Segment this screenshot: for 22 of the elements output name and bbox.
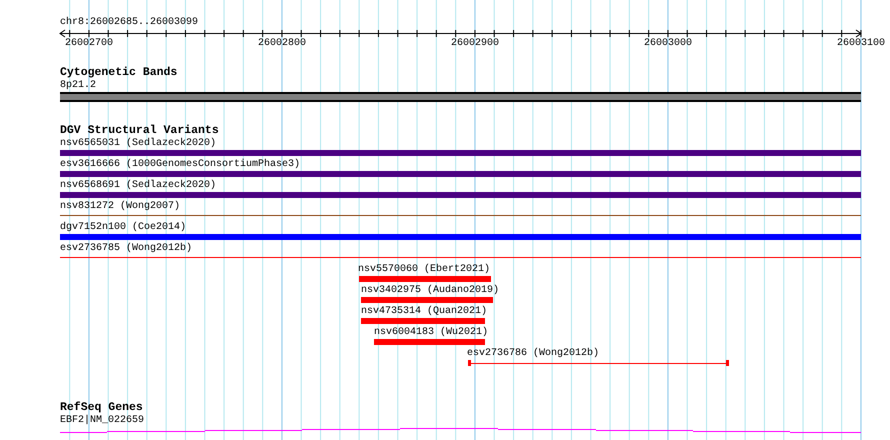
tick-label: 26002700 — [64, 38, 113, 48]
feature-label: esv3616666 (1000GenomesConsortiumPhase3) — [60, 159, 300, 171]
tick-label: 26002900 — [450, 38, 499, 48]
feature-label: nsv6004183 (Wu2021) — [374, 327, 488, 339]
feature-label: nsv4735314 (Quan2021) — [361, 306, 488, 318]
tick-label: 26002800 — [258, 38, 306, 48]
track-title: DGV Structural Variants — [60, 124, 219, 137]
feature-label: nsv6568691 (Sedlazeck2020) — [60, 180, 216, 192]
feature-label: dgv7152n100 (Coe2014) — [60, 222, 186, 234]
feature-label: nsv3402975 (Audano2019) — [361, 285, 500, 297]
tick-label: 26003100 — [836, 38, 885, 48]
feature-label: nsv5570060 (Ebert2021) — [358, 264, 490, 276]
track-title: RefSeq Genes — [60, 401, 143, 414]
feature-label: esv2736786 (Wong2012b) — [467, 348, 600, 360]
feature-label: 8p21.2 — [60, 80, 96, 92]
location-label: chr8:26002685..26003099 — [60, 16, 198, 29]
feature-label: esv2736785 (Wong2012b) — [60, 243, 192, 255]
feature-label: nsv6565031 (Sedlazeck2020) — [60, 138, 216, 150]
feature-label: EBF2|NM_022659 — [60, 415, 144, 427]
track-title: Cytogenetic Bands — [60, 66, 178, 79]
feature-label: nsv831272 (Wong2007) — [60, 201, 180, 213]
tick-label: 26003000 — [644, 38, 692, 48]
